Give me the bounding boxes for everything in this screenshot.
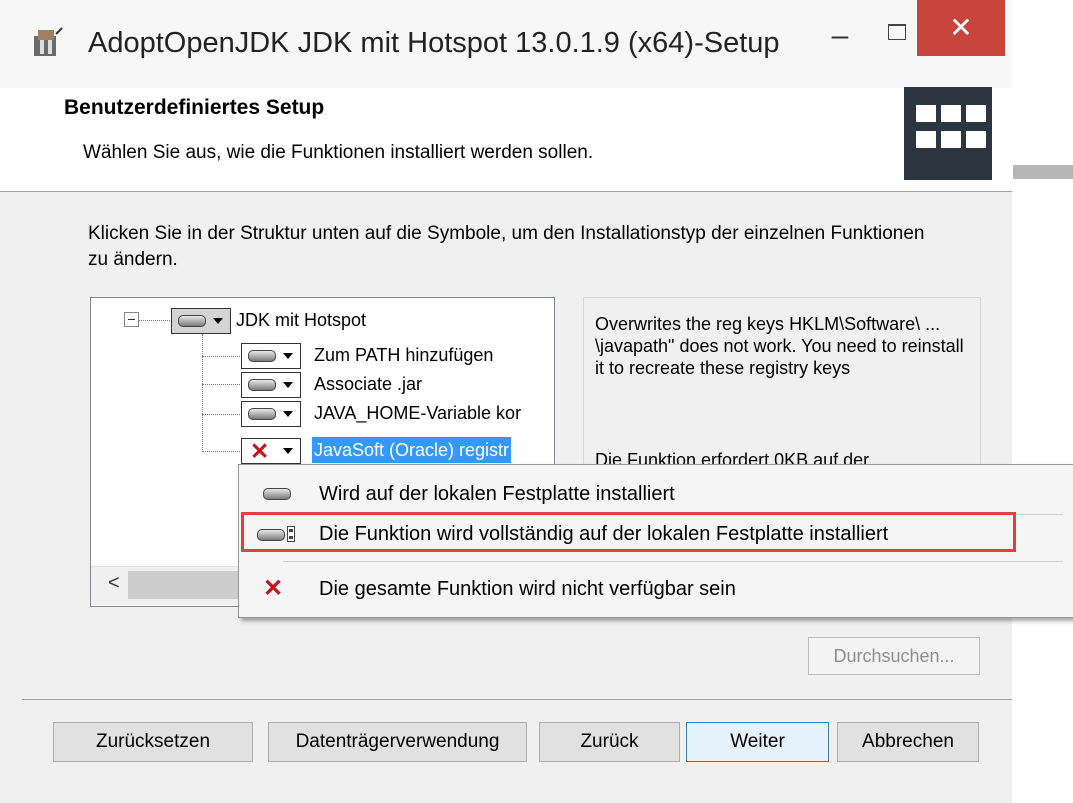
maximize-button[interactable] xyxy=(878,22,918,58)
setup-logo xyxy=(904,87,992,180)
page-subtitle: Wählen Sie aus, wie die Funktionen insta… xyxy=(83,142,594,163)
maximize-icon xyxy=(888,24,906,40)
tree-line xyxy=(202,414,240,415)
hard-drive-icon xyxy=(248,379,276,391)
next-button[interactable]: Weiter xyxy=(686,722,829,762)
dropdown-arrow-icon xyxy=(283,411,293,417)
menu-item-unavailable[interactable]: ✕ Die gesamte Funktion wird nicht verfüg… xyxy=(239,570,1073,608)
cancel-button[interactable]: Abbrechen xyxy=(837,722,979,762)
tree-item-javasoft[interactable]: JavaSoft (Oracle) registr xyxy=(312,437,512,463)
tree-item-path[interactable]: Zum PATH hinzufügen xyxy=(314,342,493,368)
tree-line xyxy=(202,356,240,357)
collapse-icon[interactable] xyxy=(124,312,139,327)
description-text: Overwrites the reg keys HKLM\Software\ .… xyxy=(595,314,964,378)
feature-state-button[interactable] xyxy=(241,372,301,398)
dropdown-arrow-icon xyxy=(283,448,293,454)
menu-separator xyxy=(283,561,1063,562)
feature-state-button[interactable] xyxy=(241,343,301,369)
red-x-icon: ✕ xyxy=(250,438,270,464)
scroll-left-arrow[interactable]: < xyxy=(108,572,120,595)
feature-state-button[interactable]: ✕ xyxy=(241,438,301,464)
hard-drive-icon xyxy=(263,486,295,502)
tree-line xyxy=(138,320,170,321)
back-button[interactable]: Zurück xyxy=(539,722,680,762)
disk-usage-button[interactable]: Datenträgerverwendung xyxy=(268,722,527,762)
red-x-icon: ✕ xyxy=(263,575,284,602)
background-strip xyxy=(1013,165,1073,179)
browse-button[interactable]: Durchsuchen... xyxy=(808,637,980,675)
tree-item-java-home[interactable]: JAVA_HOME-Variable kor xyxy=(314,400,552,426)
tree-line xyxy=(202,334,203,452)
hard-drive-icon xyxy=(248,350,276,362)
close-button[interactable]: ✕ xyxy=(917,0,1005,56)
menu-item-label: Wird auf der lokalen Festplatte installi… xyxy=(319,483,675,505)
hard-drive-icon xyxy=(248,408,276,420)
feature-state-button[interactable] xyxy=(171,308,231,334)
hard-drive-icon xyxy=(178,315,206,327)
dropdown-arrow-icon xyxy=(283,353,293,359)
tree-line xyxy=(202,384,240,385)
installer-icon xyxy=(34,27,63,56)
minimize-button[interactable]: – xyxy=(820,21,860,58)
tree-item-root[interactable]: JDK mit Hotspot xyxy=(236,307,366,333)
window-title: AdoptOpenJDK JDK mit Hotspot 13.0.1.9 (x… xyxy=(88,27,780,59)
feature-state-button[interactable] xyxy=(241,401,301,427)
menu-item-install-local[interactable]: Wird auf der lokalen Festplatte installi… xyxy=(239,475,1073,513)
dropdown-arrow-icon xyxy=(213,318,223,324)
tree-line xyxy=(202,451,240,452)
tree-item-associate-jar[interactable]: Associate .jar xyxy=(314,371,422,397)
footer-divider xyxy=(22,699,1012,700)
page-title: Benutzerdefiniertes Setup xyxy=(64,96,325,119)
highlight-box xyxy=(241,512,1016,552)
reset-button[interactable]: Zurücksetzen xyxy=(53,722,253,762)
dropdown-arrow-icon xyxy=(283,382,293,388)
instructions-text: Klicken Sie in der Struktur unten auf di… xyxy=(88,223,925,270)
menu-item-label: Die gesamte Funktion wird nicht verfügba… xyxy=(319,578,736,600)
